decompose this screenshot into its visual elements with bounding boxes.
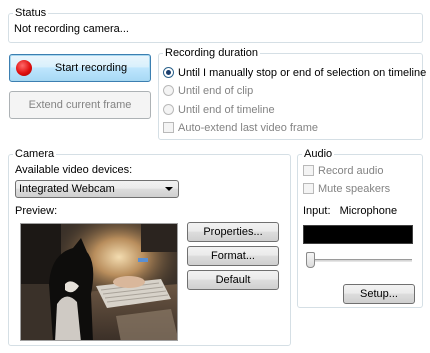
volume-slider-track[interactable]: [306, 259, 412, 262]
volume-slider-thumb[interactable]: [306, 252, 315, 268]
mute-speakers-checkbox[interactable]: Mute speakers: [303, 182, 390, 196]
audio-level-meter: [303, 225, 413, 244]
checkbox-icon: [303, 183, 314, 194]
duration-option-end-of-clip-label: Until end of clip: [178, 85, 254, 97]
default-button[interactable]: Default: [187, 270, 279, 290]
recording-duration-title: Recording duration: [163, 47, 260, 60]
start-recording-label: Start recording: [54, 62, 128, 74]
duration-option-end-of-timeline-label: Until end of timeline: [178, 104, 275, 116]
start-recording-button[interactable]: Start recording: [9, 54, 151, 82]
extend-current-frame-button[interactable]: Extend current frame: [9, 91, 151, 119]
properties-label: Properties...: [203, 226, 263, 238]
audio-setup-button[interactable]: Setup...: [343, 284, 415, 304]
camera-group: Camera Available video devices: Integrat…: [8, 148, 291, 346]
default-label: Default: [215, 274, 251, 286]
radio-unselected-icon: [163, 85, 174, 96]
duration-option-end-of-timeline[interactable]: Until end of timeline: [163, 103, 275, 117]
audio-setup-label: Setup...: [360, 288, 398, 300]
recording-duration-group: Recording duration Until I manually stop…: [158, 47, 426, 140]
audio-input-value: Microphone: [339, 205, 398, 217]
video-device-select[interactable]: Integrated Webcam: [15, 180, 179, 198]
preview-label: Preview:: [15, 205, 58, 217]
camera-group-title: Camera: [13, 148, 57, 161]
record-audio-label: Record audio: [318, 165, 384, 177]
mute-speakers-label: Mute speakers: [318, 183, 391, 195]
auto-extend-label: Auto-extend last video frame: [178, 122, 319, 134]
audio-group: Audio Record audio Mute speakers Input: …: [297, 148, 423, 308]
format-label: Format...: [210, 250, 255, 262]
available-devices-label: Available video devices:: [15, 164, 133, 176]
status-group-title: Status: [13, 7, 49, 20]
properties-button[interactable]: Properties...: [187, 222, 279, 242]
chevron-down-icon: [165, 187, 173, 191]
extend-current-frame-label: Extend current frame: [28, 99, 132, 111]
duration-option-manual[interactable]: Until I manually stop or end of selectio…: [163, 66, 426, 80]
status-text: Not recording camera...: [14, 23, 129, 35]
camera-recorder-panel: Status Not recording camera... Start rec…: [0, 0, 430, 353]
audio-input-row: Input: Microphone: [303, 204, 397, 218]
status-group: Status Not recording camera...: [8, 7, 423, 43]
webcam-frame-graphic: [21, 224, 177, 340]
checkbox-icon: [163, 122, 174, 133]
camera-preview-image: [20, 223, 178, 341]
checkbox-icon: [303, 165, 314, 176]
radio-selected-icon: [163, 67, 174, 78]
audio-input-label: Input:: [303, 205, 331, 217]
duration-option-manual-label: Until I manually stop or end of selectio…: [178, 67, 427, 79]
auto-extend-checkbox[interactable]: Auto-extend last video frame: [163, 121, 318, 135]
duration-option-end-of-clip[interactable]: Until end of clip: [163, 84, 253, 98]
video-device-value: Integrated Webcam: [19, 183, 115, 195]
record-audio-checkbox[interactable]: Record audio: [303, 164, 383, 178]
record-icon: [16, 60, 32, 76]
radio-unselected-icon: [163, 104, 174, 115]
format-button[interactable]: Format...: [187, 246, 279, 266]
audio-group-title: Audio: [302, 148, 335, 161]
